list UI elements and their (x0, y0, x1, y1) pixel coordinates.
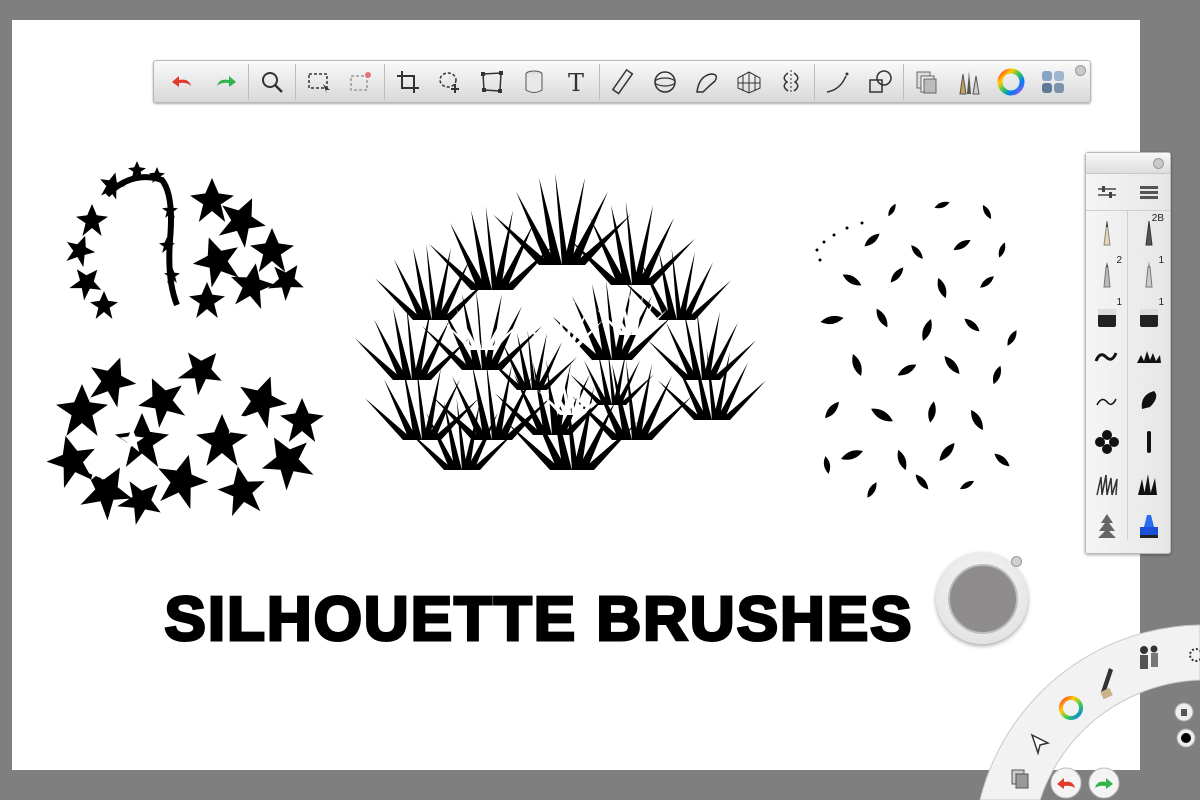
stroke-icon[interactable] (819, 64, 857, 100)
toolbar-divider (903, 63, 904, 100)
toolbar-close-icon[interactable] (1075, 65, 1086, 76)
flower-brush-icon[interactable] (1086, 421, 1128, 463)
blue-marker-brush-icon[interactable] (1128, 505, 1170, 547)
petals-silhouette (815, 199, 1020, 500)
brush-library-list-icon[interactable] (1128, 174, 1170, 210)
fineliner-brush-icon[interactable]: 1 (1128, 253, 1170, 295)
shapes-icon[interactable] (861, 64, 899, 100)
canvas-title: SILHOUETTE BRUSHES (164, 585, 913, 654)
bar-brush-icon[interactable] (1128, 421, 1170, 463)
color-puck[interactable] (936, 552, 1028, 644)
lagoon-settings-icon[interactable] (1189, 648, 1200, 662)
puck-handle-icon[interactable] (1011, 556, 1022, 567)
chisel-marker-brush-icon[interactable]: 1 (1128, 295, 1170, 337)
color-wheel-icon[interactable] (992, 64, 1030, 100)
canvas-artwork: SILHOUETTE BRUSHES (41, 161, 1020, 656)
brush-badge: 2 (1116, 255, 1122, 266)
ellipse-guide-icon[interactable] (646, 64, 684, 100)
undo-icon[interactable] (164, 64, 202, 100)
toolbar-divider (384, 63, 385, 100)
pine-brush-icon[interactable] (1086, 505, 1128, 547)
deselect-icon[interactable] (342, 64, 380, 100)
squiggle-brush-icon[interactable] (1086, 337, 1128, 379)
brush-badge: 1 (1116, 297, 1122, 308)
toolbar-divider (599, 63, 600, 100)
perspective-grid-icon[interactable] (730, 64, 768, 100)
text-icon-glyph: T (568, 69, 584, 96)
ruler-icon[interactable] (604, 64, 642, 100)
brush-palette-close-icon[interactable] (1153, 158, 1164, 169)
drawing-canvas[interactable]: SILHOUETTE BRUSHES (12, 20, 1140, 770)
toolbar-divider (248, 63, 249, 100)
bush-silhouette (355, 173, 766, 470)
crop-icon[interactable] (389, 64, 427, 100)
toolbar-divider (814, 63, 815, 100)
brush-badge: 1 (1158, 297, 1164, 308)
lagoon-undo-icon[interactable] (1050, 767, 1082, 799)
lagoon-redo-icon[interactable] (1088, 767, 1120, 799)
brush-badge: 1 (1158, 255, 1164, 266)
paint-bucket-icon[interactable] (515, 64, 553, 100)
text-icon[interactable]: T (557, 64, 595, 100)
grass-brush-icon[interactable] (1086, 463, 1128, 505)
distort-icon[interactable] (473, 64, 511, 100)
lagoon-trash-icon[interactable] (1174, 702, 1194, 722)
redo-icon[interactable] (206, 64, 244, 100)
french-curve-icon[interactable] (688, 64, 726, 100)
pencil-brush-icon[interactable] (1086, 211, 1128, 253)
copic-palette-icon[interactable] (1034, 64, 1072, 100)
lagoon-layers-icon[interactable] (1011, 769, 1029, 789)
ballpoint-brush-icon[interactable]: 2 (1086, 253, 1128, 295)
brush-palette: 2B 2 1 1 1 (1085, 152, 1171, 554)
leaf-cluster-silhouette (41, 339, 324, 532)
marker-brush-icon[interactable]: 1 (1086, 295, 1128, 337)
spatter-brush-icon[interactable] (1128, 337, 1170, 379)
grass-dark-brush-icon[interactable] (1128, 463, 1170, 505)
layers-icon[interactable] (908, 64, 946, 100)
current-color-swatch[interactable] (948, 564, 1018, 634)
stroke-brush-icon[interactable] (1086, 379, 1128, 421)
main-toolbar: T (153, 60, 1091, 103)
brush-badge: 2B (1151, 213, 1164, 224)
rect-select-icon[interactable] (300, 64, 338, 100)
pencil-2b-brush-icon[interactable]: 2B (1128, 211, 1170, 253)
lagoon-black-dot-icon[interactable] (1176, 728, 1196, 748)
vine-silhouette (60, 161, 313, 319)
magnifier-icon[interactable] (253, 64, 291, 100)
brush-properties-icon[interactable] (1086, 174, 1128, 210)
toolbar-divider (295, 63, 296, 100)
brush-library-icon[interactable] (950, 64, 988, 100)
lasso-move-icon[interactable] (431, 64, 469, 100)
blob-brush-icon[interactable] (1128, 379, 1170, 421)
symmetry-icon[interactable] (772, 64, 810, 100)
lagoon-people-icon[interactable] (1140, 645, 1158, 670)
